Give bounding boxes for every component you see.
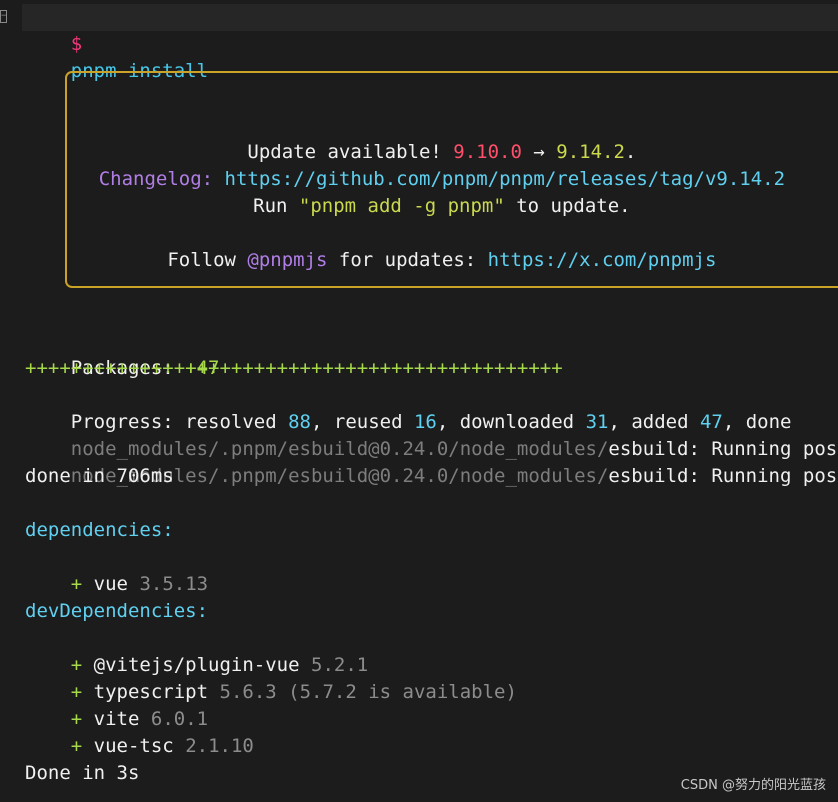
- run-update-line: Run "pnpm add -g pnpm" to update.: [253, 195, 631, 217]
- update-available-line: Update available! 9.10.0 → 9.14.2.: [247, 141, 637, 163]
- dev-dependency-item: + @vitejs/plugin-vue 5.2.1: [70, 654, 369, 676]
- twitter-handle: @pnpmjs: [247, 249, 328, 271]
- update-command: "pnpm add -g pnpm": [298, 195, 505, 217]
- dev-dependency-item: + typescript 5.6.3 (5.7.2 is available): [70, 681, 517, 703]
- dev-dependency-item: + vue-tsc 2.1.10: [70, 735, 254, 757]
- changelog-line: Changelog: https://github.com/pnpm/pnpm/…: [0, 139, 838, 190]
- final-done-line: Done in 3s: [25, 762, 140, 784]
- progress-bar-plus-signs: ++++++++++++++++++++++++++++++++++++++++…: [25, 357, 563, 379]
- dev-dependency-item: + vite 6.0.1: [70, 708, 209, 730]
- postinstall-line: node_modules/.pnpm/esbuild@0.24.0/node_m…: [70, 438, 838, 460]
- dependency-item: + vue 3.5.13: [70, 573, 209, 595]
- postinstall-line: node_modules/.pnpm/esbuild@0.24.0/node_m…: [70, 465, 838, 487]
- dev-dependencies-heading: devDependencies:: [25, 600, 209, 622]
- prompt-symbol: $: [70, 33, 83, 55]
- follow-line: Follow @pnpmjs for updates: https://x.co…: [167, 249, 717, 271]
- command-line: $ pnpm install: [25, 4, 208, 82]
- watermark: CSDN @努力的阳光蓝孩: [680, 778, 826, 793]
- packages-line: Packages: +47: [70, 357, 220, 379]
- dependencies-heading: dependencies:: [25, 519, 174, 541]
- collapse-toggle-icon[interactable]: −: [0, 10, 7, 23]
- done-time-line: done in 706ms: [25, 465, 174, 487]
- terminal-window: − $ pnpm install Update available! 9.10.…: [0, 0, 838, 802]
- twitter-link[interactable]: https://x.com/pnpmjs: [488, 249, 717, 271]
- progress-line: Progress: resolved 88, reused 16, downlo…: [70, 411, 792, 433]
